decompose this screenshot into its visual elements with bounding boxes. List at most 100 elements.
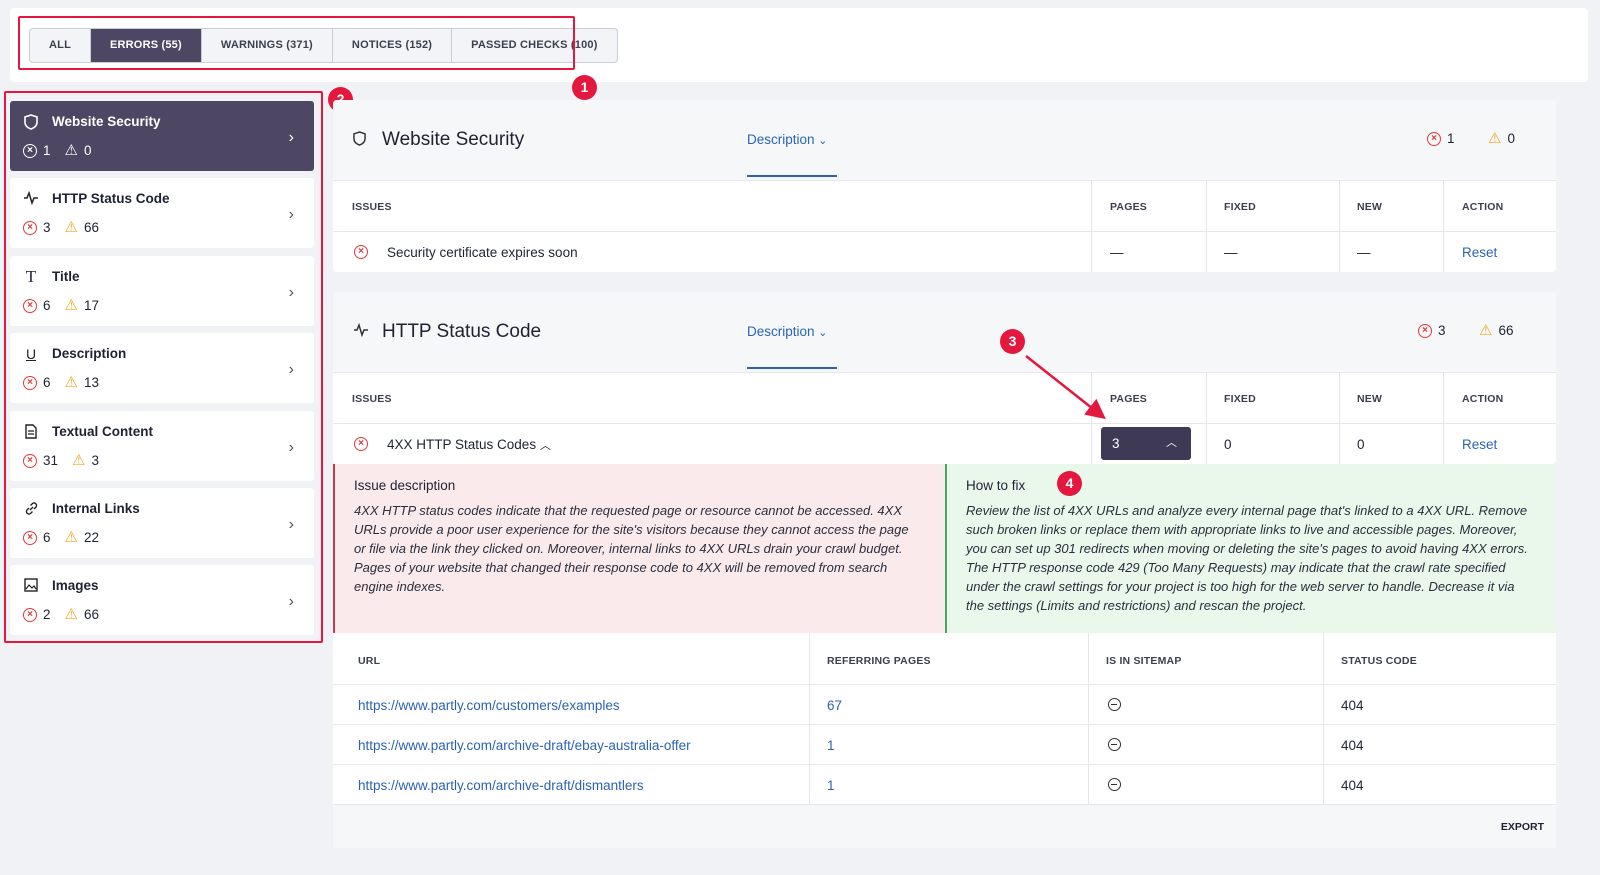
referring-pages-link[interactable]: 1 [827, 738, 835, 753]
sidebar-item-title[interactable]: T Title × 6 ⚠ 17 › [10, 256, 314, 326]
sidebar-item-internal-links[interactable]: Internal Links × 6 ⚠ 22 › [10, 488, 314, 558]
description-label: Description [747, 324, 815, 339]
description-toggle[interactable]: Description ⌄ [747, 132, 828, 147]
error-count: 2 [43, 607, 51, 622]
title-icon: T [25, 267, 37, 286]
col-new: NEW [1357, 201, 1383, 213]
col-referring-pages: REFERRING PAGES [827, 655, 931, 667]
sidebar-item-counts: × 6 ⚠ 13 [23, 375, 99, 390]
chevron-right-icon: › [288, 593, 294, 610]
sidebar-item-label: Textual Content [52, 424, 153, 439]
text-line: Review the list of 4XX URLs and analyze … [966, 503, 1528, 518]
sidebar-item-textual-content[interactable]: Textual Content × 31 ⚠ 3 › [10, 411, 314, 481]
header-error-count: × 3 [1418, 323, 1446, 338]
warning-icon: ⚠ [1479, 321, 1493, 339]
sidebar-item-counts: × 6 ⚠ 22 [23, 530, 99, 545]
table-header: ISSUES PAGES FIXED NEW ACTION [333, 372, 1556, 424]
tab-passed-checks[interactable]: PASSED CHECKS (100) [452, 29, 616, 62]
tab-warnings[interactable]: WARNINGS (371) [202, 29, 333, 62]
status-code: 404 [1341, 738, 1364, 753]
tab-errors[interactable]: ERRORS (55) [90, 29, 202, 62]
url-table-header: URL REFERRING PAGES IS IN SITEMAP STATUS… [333, 633, 1556, 685]
panel-title: Website Security [382, 129, 525, 150]
pulse-icon [23, 190, 39, 207]
col-fixed: FIXED [1224, 201, 1256, 213]
not-in-sitemap-icon [1108, 698, 1121, 711]
text-line: Pages of your website that changed their… [354, 560, 888, 575]
issue-description-text: 4XX HTTP status codes indicate that the … [354, 501, 909, 596]
issue-fixed: — [1224, 245, 1238, 260]
table-row: https://www.partly.com/archive-draft/dis… [333, 765, 1556, 805]
issue-name: Security certificate expires soon [387, 245, 578, 260]
error-icon: × [23, 530, 37, 545]
col-is-in-sitemap: IS IN SITEMAP [1106, 655, 1182, 667]
description-underline [747, 367, 837, 369]
col-action: ACTION [1462, 393, 1504, 405]
error-count: 6 [43, 298, 51, 313]
panel-website-security: Website Security Description ⌄ × 1 ⚠ 0 ISS… [333, 100, 1556, 272]
chevron-right-icon: › [288, 516, 294, 533]
not-in-sitemap-icon [1108, 778, 1121, 791]
col-action: ACTION [1462, 201, 1504, 213]
status-code: 404 [1341, 778, 1364, 793]
reset-link[interactable]: Reset [1462, 437, 1497, 452]
url-link[interactable]: https://www.partly.com/customers/example… [358, 698, 620, 713]
url-link[interactable]: https://www.partly.com/archive-draft/eba… [358, 738, 691, 753]
text-line: the settings (Limits and restrictions) a… [966, 598, 1307, 613]
description-underline [747, 175, 837, 177]
error-icon: × [23, 607, 37, 622]
sidebar-item-label: Title [52, 269, 80, 284]
error-icon: × [23, 143, 37, 158]
tab-all[interactable]: ALL [30, 29, 91, 62]
description-label: Description [747, 132, 815, 147]
panel-header: Website Security Description ⌄ × 1 ⚠ 0 [333, 100, 1556, 180]
sidebar-item-images[interactable]: Images × 2 ⚠ 66 › [10, 565, 314, 635]
error-icon: × [354, 245, 368, 259]
sidebar-item-description[interactable]: U Description × 6 ⚠ 13 › [10, 333, 314, 403]
sidebar-item-website-security[interactable]: Website Security × 1 ⚠ 0 › [10, 101, 314, 171]
warning-icon: ⚠ [72, 451, 86, 469]
tab-notices[interactable]: NOTICES (152) [333, 29, 453, 62]
warning-count: 3 [91, 453, 99, 468]
referring-pages-link[interactable]: 1 [827, 778, 835, 793]
description-toggle[interactable]: Description ⌄ [747, 324, 828, 339]
divider [1206, 180, 1207, 272]
pages-dropdown-button[interactable]: 3 ︿ [1101, 427, 1191, 460]
issue-description-title: Issue description [354, 478, 456, 493]
reset-link[interactable]: Reset [1462, 245, 1497, 260]
error-icon: × [23, 453, 37, 468]
divider [1443, 372, 1444, 464]
issue-fixed: 0 [1224, 437, 1232, 452]
col-fixed: FIXED [1224, 393, 1256, 405]
referring-pages-link[interactable]: 67 [827, 698, 842, 713]
chevron-right-icon: › [288, 129, 294, 146]
issue-name-toggle[interactable]: 4XX HTTP Status Codes ︿ [387, 437, 551, 453]
text-line: such broken links or replace them with a… [966, 522, 1518, 537]
chevron-right-icon: › [288, 284, 294, 301]
table-row: https://www.partly.com/archive-draft/eba… [333, 725, 1556, 765]
warning-count: 0 [83, 143, 92, 158]
image-icon [23, 578, 39, 594]
annotation-badge-1: 1 [572, 75, 597, 100]
table-footer: EXPORT [333, 805, 1556, 848]
annotation-badge-3: 3 [1000, 329, 1025, 354]
shield-icon [23, 114, 39, 130]
pages-count: 3 [1112, 436, 1120, 451]
col-new: NEW [1357, 393, 1383, 405]
error-icon: × [1427, 131, 1441, 146]
header-warning-count: ⚠ 0 [1488, 129, 1515, 147]
col-status-code: STATUS CODE [1341, 655, 1417, 667]
url-link[interactable]: https://www.partly.com/archive-draft/dis… [358, 778, 644, 793]
chevron-down-icon: ⌄ [818, 135, 828, 147]
warning-icon: ⚠ [64, 373, 78, 391]
filter-tabs: ALL ERRORS (55) WARNINGS (371) NOTICES (… [29, 28, 618, 63]
chevron-right-icon: › [288, 439, 294, 456]
export-button[interactable]: EXPORT [1501, 821, 1544, 833]
chevron-right-icon: › [288, 206, 294, 223]
error-icon: × [23, 375, 37, 390]
sidebar-item-http-status-code[interactable]: HTTP Status Code × 3 ⚠ 66 › [10, 178, 314, 248]
divider [1339, 372, 1340, 464]
panel-header: HTTP Status Code Description ⌄ × 3 ⚠ 66 [333, 292, 1556, 372]
col-pages: PAGES [1110, 393, 1147, 405]
how-to-fix-box: How to fix Review the list of 4XX URLs a… [945, 464, 1556, 633]
